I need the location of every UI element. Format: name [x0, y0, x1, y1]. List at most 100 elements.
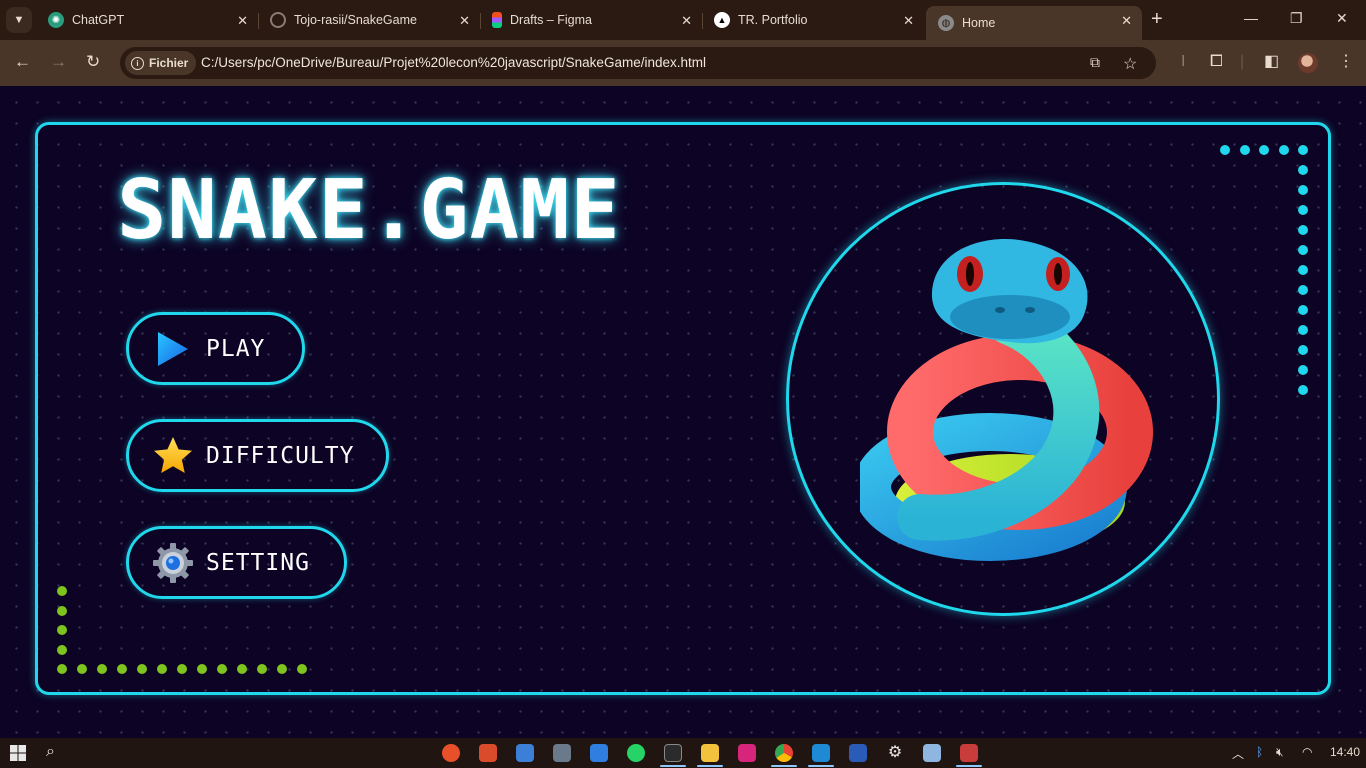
search-icon[interactable]: ⌕	[46, 743, 55, 761]
app-icon-15[interactable]	[960, 744, 978, 762]
forward-arrow-icon[interactable]: →	[50, 53, 67, 70]
file-explorer-icon[interactable]	[701, 744, 719, 762]
terminal-icon[interactable]	[664, 744, 682, 762]
word-icon[interactable]	[849, 744, 867, 762]
whatsapp-icon[interactable]	[627, 744, 645, 762]
green-dot	[277, 664, 287, 674]
bookmark-star-icon[interactable]: ☆	[1123, 54, 1137, 74]
tab-home[interactable]: ◍ Home ✕	[926, 6, 1142, 40]
wifi-icon[interactable]: ◠	[1302, 745, 1312, 759]
running-indicator	[660, 765, 686, 767]
store-app-icon[interactable]	[590, 744, 608, 762]
windows-start-icon[interactable]	[10, 745, 26, 761]
tab-figma[interactable]: Drafts – Figma ✕	[480, 6, 703, 34]
cyan-dot	[1298, 385, 1308, 395]
close-tab-icon[interactable]: ✕	[681, 13, 692, 29]
close-tab-icon[interactable]: ✕	[237, 13, 248, 29]
cyan-dot	[1298, 265, 1308, 275]
play-label: PLAY	[206, 335, 266, 362]
tab-search-button[interactable]: ▼	[6, 7, 32, 33]
bluetooth-icon[interactable]: ᛒ	[1256, 745, 1263, 759]
clock[interactable]: 14:40	[1330, 745, 1360, 759]
restore-icon[interactable]: ❐	[1290, 10, 1303, 27]
windows-taskbar: ⌕ ⚙ ︿ ᛒ 🔇︎ ◠ 14:40	[0, 738, 1366, 768]
close-window-icon[interactable]: ✕	[1336, 10, 1348, 27]
close-tab-icon[interactable]: ✕	[903, 13, 914, 29]
browser-tab-strip: ▼ ✺ ChatGPT ✕ Tojo-rasii/SnakeGame ✕ Dra…	[0, 0, 1366, 40]
close-tab-icon[interactable]: ✕	[1121, 13, 1132, 29]
side-panel-icon[interactable]: ◧	[1264, 54, 1279, 70]
green-dot	[57, 664, 67, 674]
cyan-dot	[1298, 225, 1308, 235]
tab-chatgpt[interactable]: ✺ ChatGPT ✕	[36, 6, 259, 34]
close-tab-icon[interactable]: ✕	[459, 13, 470, 29]
reload-icon[interactable]: ↻	[86, 53, 100, 70]
menu-kebab-icon[interactable]: ⋮	[1338, 54, 1354, 70]
cyan-dot	[1298, 145, 1308, 155]
toolbar-divider: |	[1240, 53, 1245, 70]
speaker-muted-icon[interactable]: 🔇︎	[1276, 745, 1284, 760]
tab-title: Drafts – Figma	[510, 13, 592, 27]
cyan-dot	[1298, 285, 1308, 295]
cyan-dot	[1298, 305, 1308, 315]
green-dot	[117, 664, 127, 674]
page-content: SNAKE.GAME PLAY DIFFICULTY SETTING	[0, 86, 1366, 738]
cyan-dot	[1298, 165, 1308, 175]
chevron-down-icon: ▼	[13, 14, 25, 26]
star-icon	[152, 435, 194, 477]
green-dot	[177, 664, 187, 674]
green-dot	[197, 664, 207, 674]
setting-label: SETTING	[206, 549, 310, 576]
cyan-dot	[1298, 325, 1308, 335]
info-icon: i	[131, 56, 144, 70]
text-cursor-icon[interactable]: I	[1181, 54, 1185, 70]
cyan-dot	[1298, 185, 1308, 195]
site-info-chip[interactable]: i Fichier	[125, 51, 197, 75]
tab-portfolio[interactable]: ▲ TR. Portfolio ✕	[702, 6, 924, 34]
app-icon-3[interactable]	[516, 744, 534, 762]
green-dot	[297, 664, 307, 674]
site-info-label: Fichier	[149, 56, 189, 70]
chevron-up-icon[interactable]: ︿	[1232, 745, 1244, 762]
back-arrow-icon[interactable]: ←	[14, 53, 31, 70]
chatgpt-icon: ✺	[48, 12, 64, 28]
camera-app-icon[interactable]	[553, 744, 571, 762]
running-indicator	[697, 765, 723, 767]
cyan-dot	[1298, 365, 1308, 375]
tab-title: ChatGPT	[72, 13, 125, 27]
green-dot	[57, 644, 67, 655]
green-dot	[57, 586, 67, 596]
notepad-icon[interactable]	[923, 744, 941, 762]
translate-icon[interactable]: ⧉	[1090, 54, 1100, 71]
minimize-icon[interactable]: —	[1244, 10, 1258, 26]
tab-github[interactable]: Tojo-rasii/SnakeGame ✕	[258, 6, 481, 34]
difficulty-label: DIFFICULTY	[206, 442, 355, 469]
url-text[interactable]: C:/Users/pc/OneDrive/Bureau/Projet%20lec…	[201, 55, 706, 70]
tab-title: Tojo-rasii/SnakeGame	[294, 13, 417, 27]
play-button[interactable]: PLAY	[126, 312, 305, 385]
running-indicator	[808, 765, 834, 767]
address-bar[interactable]: i Fichier C:/Users/pc/OneDrive/Bureau/Pr…	[120, 47, 1156, 79]
extensions-icon[interactable]: ⧠	[1210, 54, 1223, 70]
browser-toolbar: ← → ↻ i Fichier C:/Users/pc/OneDrive/Bur…	[0, 40, 1366, 86]
running-indicator	[956, 765, 982, 767]
snake-illustration	[860, 239, 1153, 561]
profile-avatar[interactable]	[1298, 53, 1318, 73]
cyan-dot	[1298, 205, 1308, 215]
green-dot	[137, 664, 147, 674]
cyan-dot	[1259, 145, 1269, 155]
chrome-icon[interactable]	[775, 744, 793, 762]
cyan-dot	[1220, 145, 1230, 155]
vscode-icon[interactable]	[812, 744, 830, 762]
green-dot	[77, 664, 87, 674]
app-icon-2[interactable]	[479, 744, 497, 762]
settings-gear-icon[interactable]: ⚙	[886, 744, 904, 762]
tab-title: TR. Portfolio	[738, 13, 808, 27]
tab-title: Home	[962, 16, 996, 30]
new-tab-button[interactable]: +	[1151, 9, 1163, 29]
setting-button[interactable]: SETTING	[126, 526, 347, 599]
difficulty-button[interactable]: DIFFICULTY	[126, 419, 389, 492]
app-icon-1[interactable]	[442, 744, 460, 762]
green-dot	[157, 664, 167, 674]
app-icon-9[interactable]	[738, 744, 756, 762]
